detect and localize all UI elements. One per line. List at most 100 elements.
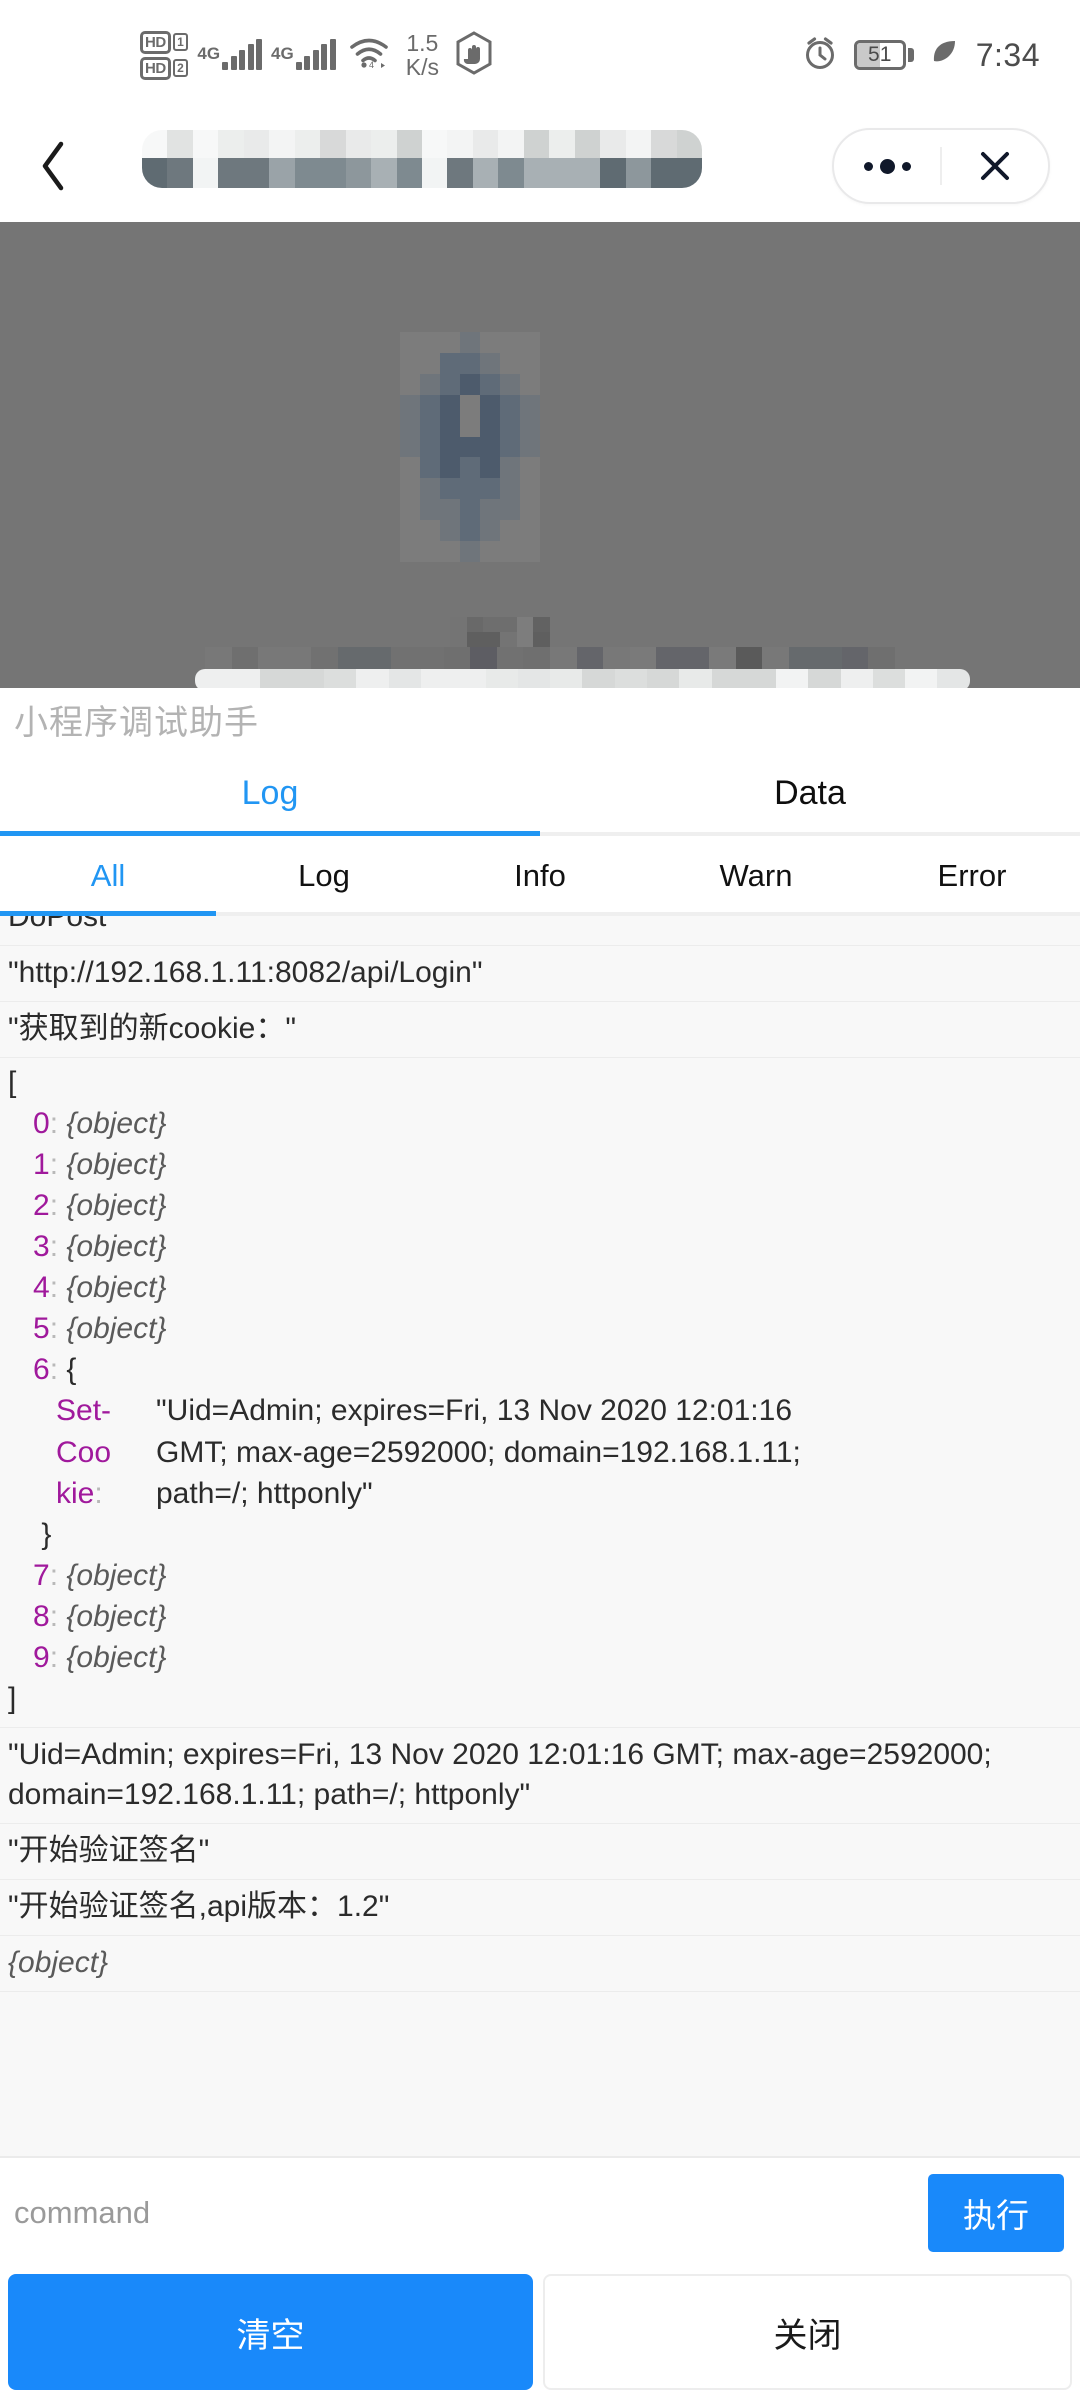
volte-sim2: HD 2 (140, 56, 189, 80)
array-item[interactable]: 8: {object} (8, 1596, 1072, 1637)
array-item[interactable]: 5: {object} (8, 1308, 1072, 1349)
array-item-value: {object} (66, 1312, 167, 1346)
execute-button[interactable]: 执行 (928, 2174, 1064, 2252)
array-item-index: 9 (33, 1640, 50, 1674)
log-row-object-tree[interactable]: [ 0: {object} 1: {object} 2: {object} 3:… (0, 1057, 1080, 1729)
array-item[interactable]: 0: {object} (8, 1103, 1072, 1144)
status-bar-left: HD 1 HD 2 4G 4G 4 1.5 K/s (140, 30, 494, 80)
filter-tab-warn-label: Warn (719, 858, 793, 893)
status-bar: HD 1 HD 2 4G 4G 4 1.5 K/s 51 7:34 (0, 0, 1080, 110)
array-item[interactable]: 9: {object} (8, 1637, 1072, 1678)
log-row[interactable]: DoPost (0, 916, 1080, 946)
redacted-title-mosaic (142, 130, 702, 188)
do-not-disturb-icon (454, 30, 494, 80)
log-filter-tab-bar: All Log Info Warn Error (0, 836, 1080, 916)
filter-tab-all[interactable]: All (0, 836, 216, 916)
filter-tab-info-label: Info (514, 858, 566, 893)
log-row[interactable]: "开始验证签名,api版本：1.2" (0, 1879, 1080, 1936)
tab-log[interactable]: Log (0, 750, 540, 836)
array-item-value: {object} (66, 1558, 167, 1592)
array-close-bracket: ] (8, 1682, 17, 1716)
object-key-value-row[interactable]: Set- Coo kie: "Uid=Admin; expires=Fri, 1… (8, 1390, 1072, 1513)
array-item-value: {object} (66, 1599, 167, 1633)
svg-text:4: 4 (369, 60, 374, 69)
signal-group-2: 4G (271, 39, 336, 70)
close-icon (981, 152, 1009, 180)
array-item-index: 1 (33, 1147, 50, 1181)
tab-data[interactable]: Data (540, 750, 1080, 836)
network-type-label-1: 4G (197, 44, 221, 63)
status-bar-right: 51 7:34 (802, 0, 1040, 110)
filter-tab-error[interactable]: Error (864, 836, 1080, 916)
volte-sim1: HD 1 (140, 30, 189, 54)
filter-tab-info[interactable]: Info (432, 836, 648, 916)
battery-percent-label: 51 (868, 43, 892, 66)
array-item[interactable]: 4: {object} (8, 1267, 1072, 1308)
array-item-index: 6 (33, 1353, 50, 1387)
hd-icon: HD (140, 30, 171, 54)
log-output-list[interactable]: DoPost "http://192.168.1.11:8082/api/Log… (0, 916, 1080, 2156)
signal-bars-icon-2 (295, 39, 336, 70)
object-key-part-1: Set- (56, 1394, 112, 1428)
command-bar: 执行 (0, 2156, 1080, 2268)
array-item-index: 7 (33, 1558, 50, 1592)
more-options-icon (863, 158, 911, 174)
network-speed-unit: K/s (405, 54, 439, 80)
network-type-label-2: 4G (271, 44, 294, 63)
alarm-clock-icon (802, 35, 838, 76)
array-item[interactable]: 3: {object} (8, 1226, 1072, 1267)
volte-indicators: HD 1 HD 2 (140, 30, 189, 80)
array-item-value: {object} (66, 1147, 167, 1181)
filter-tab-all-label: All (90, 858, 126, 893)
chevron-left-icon (42, 141, 64, 191)
log-row[interactable]: {object} (0, 1935, 1080, 1992)
filter-tab-warn[interactable]: Warn (648, 836, 864, 916)
close-panel-button[interactable]: 关闭 (543, 2274, 1072, 2390)
webview-preview-pane[interactable] (0, 222, 1080, 688)
back-button[interactable] (22, 138, 84, 194)
signal-group-1: 4G (197, 39, 263, 70)
object-value: "Uid=Admin; expires=Fri, 13 Nov 2020 12:… (156, 1390, 1072, 1513)
object-key: Set- Coo kie: (56, 1390, 156, 1513)
array-item-expanded-header[interactable]: 6: { (8, 1349, 1072, 1390)
array-item-value: {object} (66, 1106, 167, 1140)
log-row[interactable]: "Uid=Admin; expires=Fri, 13 Nov 2020 12:… (0, 1728, 1080, 1824)
close-button[interactable] (942, 130, 1048, 202)
object-value-line-1: "Uid=Admin; expires=Fri, 13 Nov 2020 12:… (156, 1394, 793, 1428)
filter-tab-error-label: Error (937, 858, 1007, 893)
network-speed-indicator: 1.5 K/s (406, 31, 439, 79)
log-row[interactable]: "获取到的新cookie：" (0, 1001, 1080, 1058)
hd-icon-2: HD (140, 56, 171, 80)
log-row[interactable]: "http://192.168.1.11:8082/api/Login" (0, 945, 1080, 1002)
array-item-value: {object} (66, 1188, 167, 1222)
object-value-line-3: path=/; httponly" (156, 1476, 373, 1510)
network-speed-value: 1.5 (406, 29, 439, 56)
app-screen: HD 1 HD 2 4G 4G 4 1.5 K/s 51 7:34 小程序调试助… (0, 0, 1080, 2400)
redacted-text-mosaic-1 (450, 617, 550, 647)
object-key-part-2: Coo (56, 1435, 112, 1469)
battery-icon: 51 (853, 40, 914, 70)
command-input[interactable] (14, 2195, 928, 2231)
wifi-icon: 4 (349, 37, 389, 74)
array-item-value: {object} (66, 1271, 167, 1305)
log-row[interactable]: "开始验证签名" (0, 1823, 1080, 1880)
sim1-badge: 1 (172, 33, 189, 51)
array-item-index: 3 (33, 1230, 50, 1264)
tab-log-label: Log (241, 773, 299, 812)
array-open-bracket: [ (8, 1065, 17, 1099)
sim2-badge: 2 (172, 59, 189, 77)
page-title: 小程序调试助手 (14, 703, 259, 742)
tab-data-label: Data (774, 773, 846, 812)
more-options-button[interactable] (834, 130, 940, 202)
clear-button[interactable]: 清空 (8, 2274, 533, 2390)
capsule-menu (832, 128, 1050, 204)
array-item[interactable]: 2: {object} (8, 1185, 1072, 1226)
object-value-line-2: GMT; max-age=2592000; domain=192.168.1.1… (156, 1435, 801, 1469)
array-item-value: {object} (66, 1230, 167, 1264)
array-item[interactable]: 1: {object} (8, 1144, 1072, 1185)
array-item[interactable]: 7: {object} (8, 1555, 1072, 1596)
filter-tab-log[interactable]: Log (216, 836, 432, 916)
object-key-part-3-wrap: kie: (56, 1476, 103, 1510)
array-item-index: 2 (33, 1188, 50, 1222)
array-item-index: 0 (33, 1106, 50, 1140)
